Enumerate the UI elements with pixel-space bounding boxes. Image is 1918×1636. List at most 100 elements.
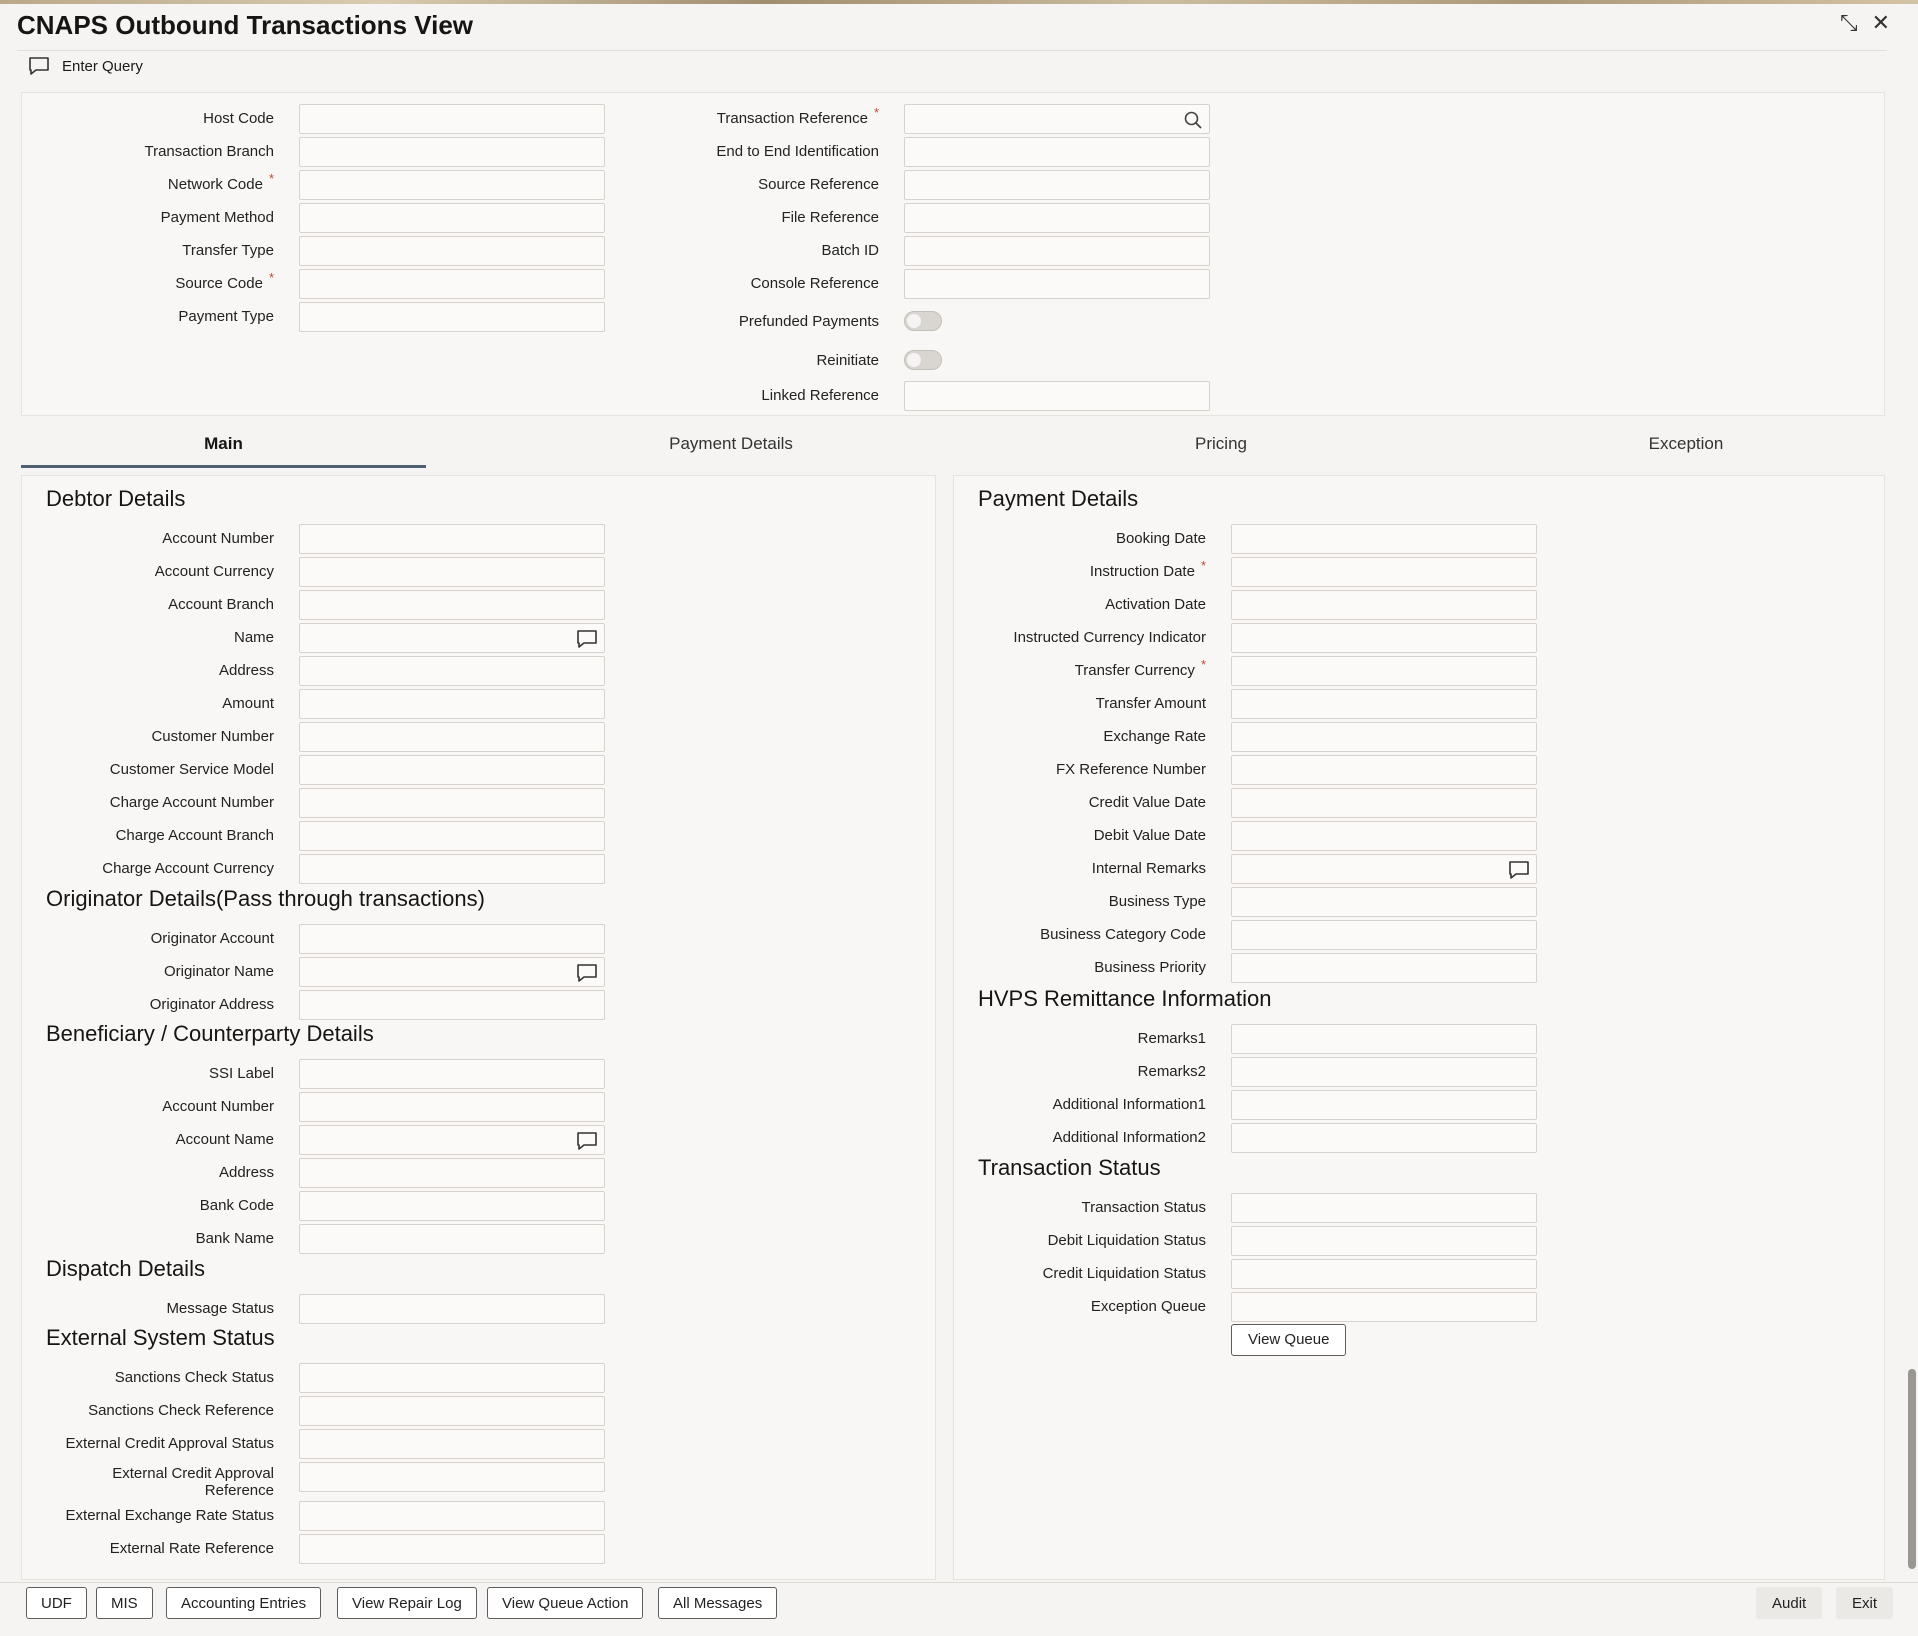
additional-information2-input[interactable]: [1232, 1124, 1536, 1152]
host-code-input[interactable]: [300, 105, 604, 133]
address-input[interactable]: [300, 1159, 604, 1187]
console-reference-input[interactable]: [905, 270, 1209, 298]
name-field[interactable]: [299, 623, 605, 653]
external-credit-approval-status-input[interactable]: [300, 1430, 604, 1458]
business-priority-field[interactable]: [1231, 953, 1537, 983]
account-name-input[interactable]: [300, 1126, 604, 1154]
payment-type-input[interactable]: [300, 303, 604, 331]
view-repair-log-button[interactable]: View Repair Log: [337, 1587, 477, 1619]
business-priority-input[interactable]: [1232, 954, 1536, 982]
remarks1-input[interactable]: [1232, 1025, 1536, 1053]
view-queue-button[interactable]: View Queue: [1231, 1324, 1347, 1356]
charge-account-currency-field[interactable]: [299, 854, 605, 884]
internal-remarks-input[interactable]: [1232, 855, 1536, 883]
end-to-end-identification-field[interactable]: [904, 137, 1210, 167]
all-messages-button[interactable]: All Messages: [658, 1587, 778, 1619]
account-branch-input[interactable]: [300, 591, 604, 619]
booking-date-field[interactable]: [1231, 524, 1537, 554]
bank-code-field[interactable]: [299, 1191, 605, 1221]
account-number-field[interactable]: [299, 1092, 605, 1122]
charge-account-number-field[interactable]: [299, 788, 605, 818]
exception-queue-field[interactable]: [1231, 1292, 1537, 1322]
external-rate-reference-input[interactable]: [300, 1535, 604, 1563]
charge-account-currency-input[interactable]: [300, 855, 604, 883]
payment-method-input[interactable]: [300, 204, 604, 232]
business-category-code-field[interactable]: [1231, 920, 1537, 950]
credit-value-date-field[interactable]: [1231, 788, 1537, 818]
customer-service-model-input[interactable]: [300, 756, 604, 784]
ssi-label-input[interactable]: [300, 1060, 604, 1088]
bank-code-input[interactable]: [300, 1192, 604, 1220]
internal-remarks-field[interactable]: [1231, 854, 1537, 884]
debit-value-date-field[interactable]: [1231, 821, 1537, 851]
comment-icon[interactable]: [1508, 860, 1530, 884]
amount-input[interactable]: [300, 690, 604, 718]
transaction-reference-field[interactable]: [904, 104, 1210, 134]
business-type-field[interactable]: [1231, 887, 1537, 917]
originator-address-field[interactable]: [299, 990, 605, 1020]
transaction-reference-input[interactable]: [905, 105, 1209, 133]
enter-query-button[interactable]: Enter Query: [28, 56, 143, 76]
sanctions-check-reference-input[interactable]: [300, 1397, 604, 1425]
udf-button[interactable]: UDF: [26, 1587, 87, 1619]
address-field[interactable]: [299, 656, 605, 686]
additional-information2-field[interactable]: [1231, 1123, 1537, 1153]
customer-number-input[interactable]: [300, 723, 604, 751]
mis-button[interactable]: MIS: [96, 1587, 153, 1619]
additional-information1-field[interactable]: [1231, 1090, 1537, 1120]
remarks2-field[interactable]: [1231, 1057, 1537, 1087]
originator-address-input[interactable]: [300, 991, 604, 1019]
transfer-type-field[interactable]: [299, 236, 605, 266]
exchange-rate-field[interactable]: [1231, 722, 1537, 752]
credit-liquidation-status-input[interactable]: [1232, 1260, 1536, 1288]
batch-id-field[interactable]: [904, 236, 1210, 266]
transfer-amount-field[interactable]: [1231, 689, 1537, 719]
debit-liquidation-status-field[interactable]: [1231, 1226, 1537, 1256]
name-input[interactable]: [300, 624, 604, 652]
external-credit-approval-status-field[interactable]: [299, 1429, 605, 1459]
host-code-field[interactable]: [299, 104, 605, 134]
sanctions-check-reference-field[interactable]: [299, 1396, 605, 1426]
source-reference-input[interactable]: [905, 171, 1209, 199]
file-reference-input[interactable]: [905, 204, 1209, 232]
search-icon[interactable]: [1183, 110, 1203, 134]
originator-name-input[interactable]: [300, 958, 604, 986]
batch-id-input[interactable]: [905, 237, 1209, 265]
comment-icon[interactable]: [576, 1131, 598, 1155]
linked-reference-field[interactable]: [904, 381, 1210, 411]
transfer-amount-input[interactable]: [1232, 690, 1536, 718]
fx-reference-number-input[interactable]: [1232, 756, 1536, 784]
instruction-date-field[interactable]: [1231, 557, 1537, 587]
booking-date-input[interactable]: [1232, 525, 1536, 553]
instructed-currency-indicator-input[interactable]: [1232, 624, 1536, 652]
external-exchange-rate-status-field[interactable]: [299, 1501, 605, 1531]
accounting-entries-button[interactable]: Accounting Entries: [166, 1587, 322, 1619]
prefunded-payments-toggle[interactable]: [904, 311, 942, 331]
payment-method-field[interactable]: [299, 203, 605, 233]
account-name-field[interactable]: [299, 1125, 605, 1155]
exit-button[interactable]: Exit: [1836, 1587, 1894, 1619]
payment-type-field[interactable]: [299, 302, 605, 332]
tab-exception[interactable]: Exception: [1486, 420, 1886, 468]
console-reference-field[interactable]: [904, 269, 1210, 299]
address-input[interactable]: [300, 657, 604, 685]
tab-pricing[interactable]: Pricing: [1021, 420, 1421, 468]
source-reference-field[interactable]: [904, 170, 1210, 200]
transaction-status-input[interactable]: [1232, 1194, 1536, 1222]
customer-service-model-field[interactable]: [299, 755, 605, 785]
address-field[interactable]: [299, 1158, 605, 1188]
external-credit-approval-reference-input[interactable]: [300, 1463, 604, 1491]
originator-account-input[interactable]: [300, 925, 604, 953]
reinitiate-toggle[interactable]: [904, 350, 942, 370]
comment-icon[interactable]: [576, 963, 598, 987]
external-credit-approval-reference-field[interactable]: [299, 1462, 605, 1492]
instructed-currency-indicator-field[interactable]: [1231, 623, 1537, 653]
network-code-input[interactable]: [300, 171, 604, 199]
transfer-currency-field[interactable]: [1231, 656, 1537, 686]
exception-queue-input[interactable]: [1232, 1293, 1536, 1321]
transaction-branch-input[interactable]: [300, 138, 604, 166]
credit-value-date-input[interactable]: [1232, 789, 1536, 817]
sanctions-check-status-field[interactable]: [299, 1363, 605, 1393]
account-number-input[interactable]: [300, 1093, 604, 1121]
sanctions-check-status-input[interactable]: [300, 1364, 604, 1392]
